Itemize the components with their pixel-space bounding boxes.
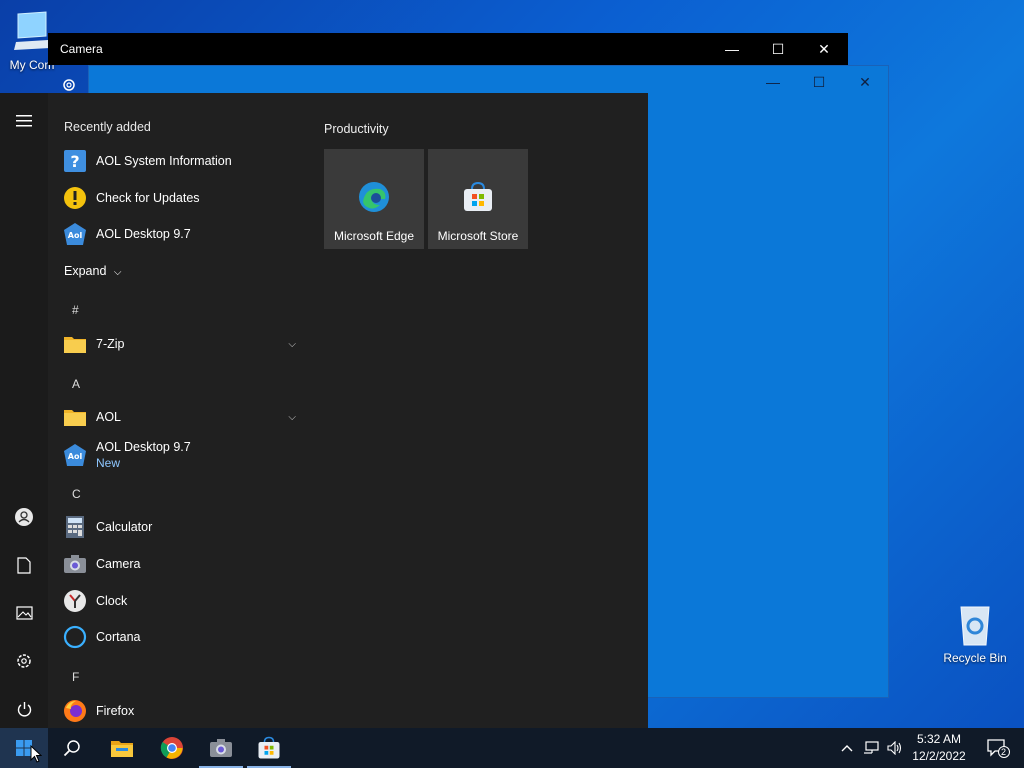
aol-icon: Aol xyxy=(62,221,88,247)
desktop-icon-label: Recycle Bin xyxy=(943,651,1007,665)
camera-taskbar-button[interactable] xyxy=(197,728,245,768)
folder-icon xyxy=(62,404,88,430)
app-item-aol-folder[interactable]: AOL ⌵ xyxy=(62,399,306,435)
app-item-aol-desktop-new[interactable]: Aol AOL Desktop 9.7 New xyxy=(62,436,306,474)
desktop-icon-recycle-bin[interactable]: Recycle Bin xyxy=(937,603,1013,665)
app-item-calculator[interactable]: Calculator xyxy=(62,509,306,545)
pictures-button[interactable] xyxy=(0,593,48,633)
computer-icon xyxy=(14,11,50,50)
tile-microsoft-store[interactable]: Microsoft Store xyxy=(428,149,528,249)
notification-count: 2 xyxy=(1001,747,1007,757)
volume-button[interactable] xyxy=(884,728,906,768)
maximize-button[interactable]: ☐ xyxy=(755,33,801,65)
chrome-button[interactable] xyxy=(148,728,196,768)
settings-button[interactable] xyxy=(0,641,48,681)
store-icon xyxy=(258,736,280,759)
camera-window-titlebar[interactable]: Camera — ☐ ✕ xyxy=(48,33,848,65)
file-explorer-icon xyxy=(111,741,133,757)
group-letter-a[interactable]: A xyxy=(72,377,80,391)
close-button[interactable]: ✕ xyxy=(801,33,847,65)
warning-icon xyxy=(62,185,88,211)
power-icon xyxy=(17,701,31,716)
gear-icon xyxy=(17,654,31,668)
chevron-up-icon xyxy=(841,745,853,752)
app-item-7zip[interactable]: 7-Zip ⌵ xyxy=(62,326,306,362)
window-title: Camera xyxy=(60,42,103,56)
app-item-cortana[interactable]: Cortana xyxy=(62,619,306,655)
speaker-icon xyxy=(887,741,902,755)
svg-text:Aol: Aol xyxy=(68,231,83,240)
close-button[interactable]: ✕ xyxy=(842,66,888,98)
group-letter-c[interactable]: C xyxy=(72,487,81,501)
calculator-icon xyxy=(62,514,88,540)
search-button[interactable] xyxy=(48,728,96,768)
documents-button[interactable] xyxy=(0,545,48,585)
app-item-clock[interactable]: Clock xyxy=(62,583,306,619)
aol-icon: Aol xyxy=(62,442,88,468)
folder-icon xyxy=(62,331,88,357)
chevron-down-icon[interactable]: ⌵ xyxy=(288,412,296,423)
start-rail xyxy=(0,93,48,728)
camera-icon xyxy=(210,739,232,757)
aol-system-info-icon: ? xyxy=(62,148,88,174)
chevron-down-icon[interactable]: ⌵ xyxy=(288,339,296,350)
start-menu: Recently added ? AOL System Information … xyxy=(0,93,648,728)
expand-button[interactable]: Expand ⌵ xyxy=(64,264,121,278)
chrome-icon xyxy=(160,737,183,759)
mouse-cursor-icon xyxy=(30,745,42,763)
power-button[interactable] xyxy=(0,689,48,729)
network-button[interactable] xyxy=(860,728,882,768)
app-item-check-for-updates[interactable]: Check for Updates xyxy=(62,180,306,216)
minimize-button[interactable]: — xyxy=(709,33,755,65)
store-icon xyxy=(462,181,494,218)
edge-icon xyxy=(358,181,390,218)
svg-text:Aol: Aol xyxy=(68,452,83,461)
app-item-aol-desktop[interactable]: Aol AOL Desktop 9.7 xyxy=(62,216,306,252)
clock-date: 12/2/2022 xyxy=(912,749,966,763)
hamburger-menu-button[interactable] xyxy=(0,101,48,141)
tile-microsoft-edge[interactable]: Microsoft Edge xyxy=(324,149,424,249)
user-icon xyxy=(15,508,33,526)
maximize-button[interactable]: ☐ xyxy=(796,66,842,98)
chevron-down-icon: ⌵ xyxy=(113,267,122,278)
search-icon xyxy=(63,740,80,757)
clock-time: 5:32 AM xyxy=(916,732,962,746)
hamburger-icon xyxy=(16,115,32,127)
app-item-aol-system-information[interactable]: ? AOL System Information xyxy=(62,143,306,179)
show-hidden-icons-button[interactable] xyxy=(838,728,856,768)
cortana-icon xyxy=(62,624,88,650)
file-explorer-button[interactable] xyxy=(98,728,146,768)
group-letter-hash[interactable]: # xyxy=(72,303,79,317)
taskbar: 5:32 AM 12/2/2022 2 xyxy=(0,728,1024,768)
action-center-button[interactable]: 2 xyxy=(978,728,1018,768)
minimize-button[interactable]: — xyxy=(750,66,796,98)
camera-icon xyxy=(62,551,88,577)
account-button[interactable] xyxy=(0,497,48,537)
store-taskbar-button[interactable] xyxy=(245,728,293,768)
app-item-camera[interactable]: Camera xyxy=(62,546,306,582)
clock-button[interactable]: 5:32 AM 12/2/2022 xyxy=(908,731,970,765)
document-icon xyxy=(17,556,31,574)
network-icon xyxy=(864,741,879,754)
clock-icon xyxy=(62,588,88,614)
group-letter-f[interactable]: F xyxy=(72,670,79,684)
svg-text:?: ? xyxy=(70,152,79,171)
picture-icon xyxy=(15,606,33,620)
firefox-icon xyxy=(62,698,88,724)
new-badge: New xyxy=(96,456,121,470)
tiles-group-header: Productivity xyxy=(324,122,389,136)
app-item-firefox[interactable]: Firefox xyxy=(62,693,306,729)
recycle-bin-icon xyxy=(960,606,990,646)
notification-icon xyxy=(987,739,1010,758)
app-list: Recently added ? AOL System Information … xyxy=(48,93,310,728)
recently-added-header: Recently added xyxy=(64,120,151,134)
